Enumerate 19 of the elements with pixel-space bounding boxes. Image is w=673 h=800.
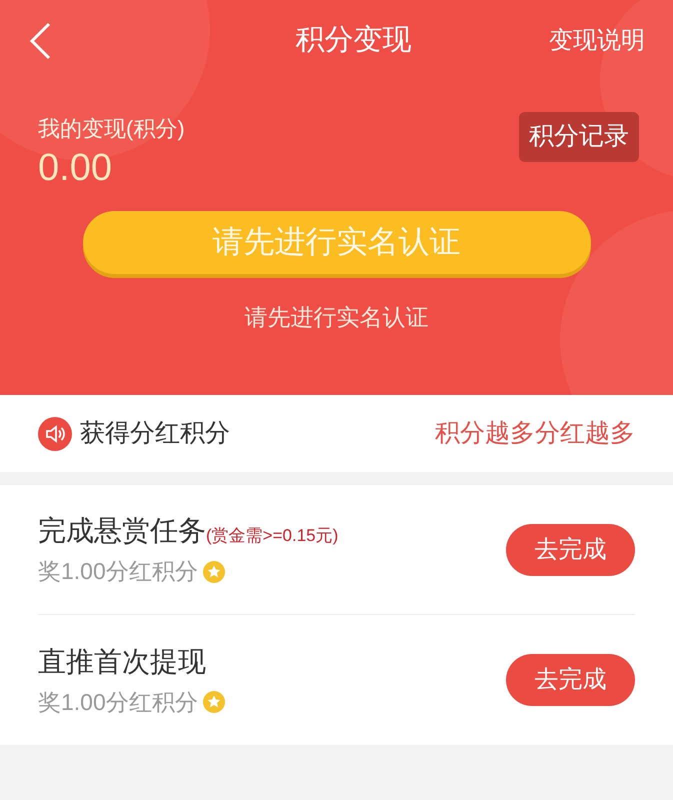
task-reward: 奖1.00分红积分 bbox=[38, 557, 198, 586]
balance-label: 我的变现(积分) bbox=[38, 115, 185, 143]
star-coin-icon bbox=[202, 690, 226, 714]
notice-slogan: 积分越多分红越多 bbox=[435, 418, 635, 449]
speaker-icon bbox=[38, 416, 72, 450]
verify-hint: 请先进行实名认证 bbox=[244, 302, 428, 332]
complete-button[interactable]: 去完成 bbox=[506, 524, 635, 576]
star-coin-icon bbox=[202, 560, 226, 584]
balance-value: 0.00 bbox=[38, 146, 113, 191]
task-title: 完成悬赏任务 bbox=[38, 514, 206, 548]
task-title: 直推首次提现 bbox=[38, 644, 206, 679]
page-title: 积分变现 bbox=[296, 23, 412, 58]
task-condition: (赏金需>=0.15元) bbox=[206, 524, 338, 547]
help-link[interactable]: 变现说明 bbox=[549, 23, 645, 59]
points-record-button[interactable]: 积分记录 bbox=[519, 112, 639, 162]
complete-button[interactable]: 去完成 bbox=[506, 654, 635, 706]
notice-title: 获得分红积分 bbox=[80, 418, 230, 449]
task-reward: 奖1.00分红积分 bbox=[38, 688, 198, 717]
back-icon bbox=[28, 21, 52, 61]
